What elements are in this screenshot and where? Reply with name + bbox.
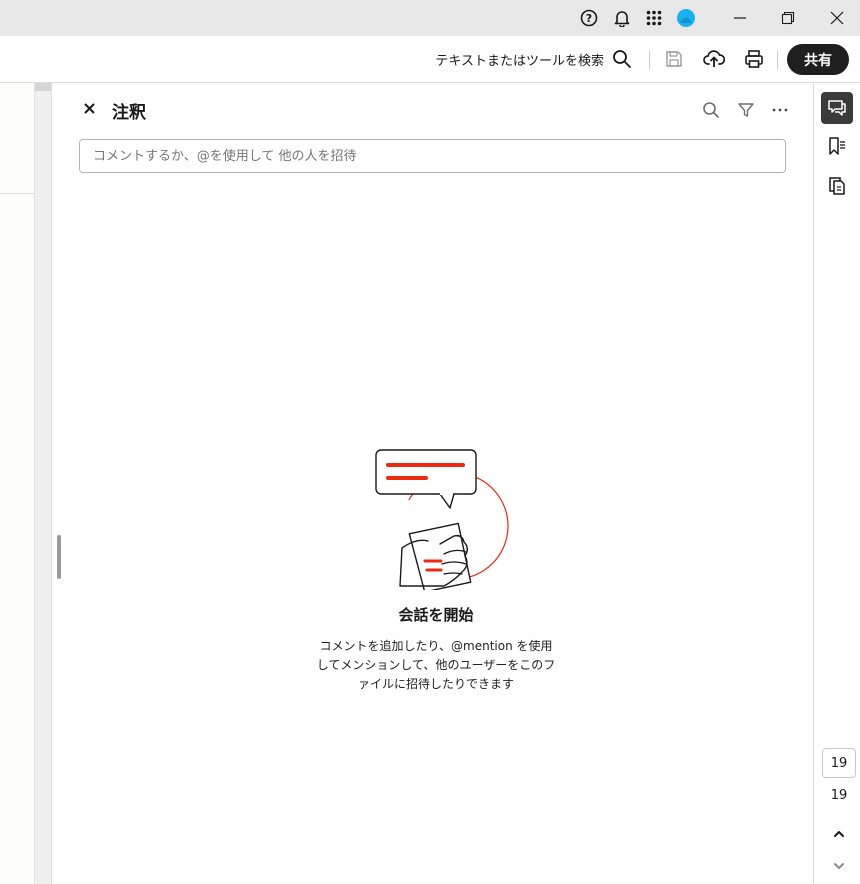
empty-state-description: コメントを追加したり、@mention を使用してメンションして、他のユーザーを…: [316, 639, 556, 691]
save-icon[interactable]: [662, 47, 686, 71]
print-icon[interactable]: [742, 47, 766, 71]
total-pages: 19: [830, 788, 848, 803]
title-bar: ?: [0, 0, 860, 36]
pages-icon[interactable]: [821, 170, 853, 202]
bell-icon[interactable]: [611, 7, 633, 29]
share-button[interactable]: 共有: [787, 44, 849, 75]
document-view: [0, 83, 35, 884]
upload-cloud-icon[interactable]: [702, 47, 726, 71]
search-comments-icon[interactable]: [700, 99, 722, 121]
comment-input[interactable]: [79, 139, 786, 173]
document-scrollbar[interactable]: [35, 83, 52, 884]
toolbar-divider: [649, 50, 650, 70]
conversation-illustration: [370, 448, 512, 593]
close-panel-icon[interactable]: [81, 100, 97, 116]
svg-text:?: ?: [586, 12, 592, 25]
current-page-input[interactable]: 19: [822, 748, 856, 778]
apps-grid-icon[interactable]: [643, 7, 665, 29]
chevron-down-icon[interactable]: [828, 855, 850, 877]
toolbar-divider: [777, 50, 778, 70]
user-avatar[interactable]: [675, 7, 697, 29]
close-window-button[interactable]: [814, 0, 860, 36]
chevron-up-icon[interactable]: [828, 823, 850, 845]
bookmark-icon[interactable]: [821, 130, 853, 162]
more-options-icon[interactable]: [769, 99, 791, 121]
tool-search-label[interactable]: テキストまたはツールを検索: [435, 50, 604, 69]
minimize-button[interactable]: [717, 0, 763, 36]
comment-icon[interactable]: [821, 92, 853, 124]
panel-resize-handle[interactable]: [57, 535, 61, 579]
comments-panel-header: 注釈: [52, 83, 814, 135]
right-rail: 19 19: [813, 83, 860, 884]
help-icon[interactable]: ?: [578, 7, 600, 29]
panel-title: 注釈: [112, 103, 146, 123]
empty-state-title: 会話を開始: [398, 606, 474, 624]
filter-icon[interactable]: [735, 99, 757, 121]
top-toolbar: テキストまたはツールを検索 共有: [0, 36, 860, 83]
restore-button[interactable]: [765, 0, 811, 36]
search-icon[interactable]: [610, 47, 634, 71]
